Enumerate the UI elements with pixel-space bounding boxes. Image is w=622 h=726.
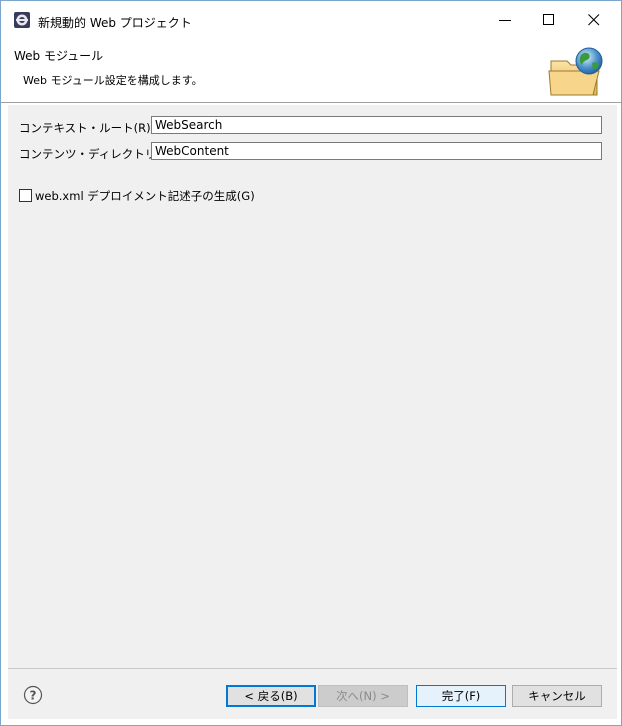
wizard-banner: Web モジュール Web モジュール設定を構成します。 xyxy=(1,39,621,103)
wizard-content: コンテキスト・ルート(R): コンテンツ・ディレクトリー(D): web.xml… xyxy=(8,105,617,668)
finish-button[interactable]: 完了(F) xyxy=(416,685,506,707)
svg-text:?: ? xyxy=(30,689,37,703)
folder-globe-icon xyxy=(547,45,605,99)
context-root-input[interactable] xyxy=(151,116,602,134)
dialog-window: 新規動的 Web プロジェクト Web モジュール Web モジュール設定を構成… xyxy=(0,0,622,726)
window-title: 新規動的 Web プロジェクト xyxy=(38,16,192,30)
minimize-button[interactable] xyxy=(482,1,528,39)
generate-web-xml-checkbox[interactable] xyxy=(19,189,32,202)
back-button[interactable]: < 戻る(B) xyxy=(226,685,316,707)
maximize-icon xyxy=(543,14,554,25)
close-button[interactable] xyxy=(571,1,617,39)
help-icon[interactable]: ? xyxy=(23,685,43,705)
page-description: Web モジュール設定を構成します。 xyxy=(23,74,203,87)
close-icon xyxy=(588,14,600,26)
maximize-button[interactable] xyxy=(526,1,572,39)
minimize-icon xyxy=(499,20,511,21)
content-directory-input[interactable] xyxy=(151,142,602,160)
next-button[interactable]: 次へ(N) > xyxy=(318,685,408,707)
wizard-footer: ? < 戻る(B) 次へ(N) > 完了(F) キャンセル xyxy=(8,668,617,719)
page-title: Web モジュール xyxy=(14,49,104,63)
eclipse-app-icon xyxy=(14,12,30,28)
cancel-button[interactable]: キャンセル xyxy=(512,685,602,707)
context-root-label: コンテキスト・ルート(R): xyxy=(19,121,155,135)
generate-web-xml-label[interactable]: web.xml デプロイメント記述子の生成(G) xyxy=(35,188,255,204)
title-bar[interactable]: 新規動的 Web プロジェクト xyxy=(1,1,621,39)
